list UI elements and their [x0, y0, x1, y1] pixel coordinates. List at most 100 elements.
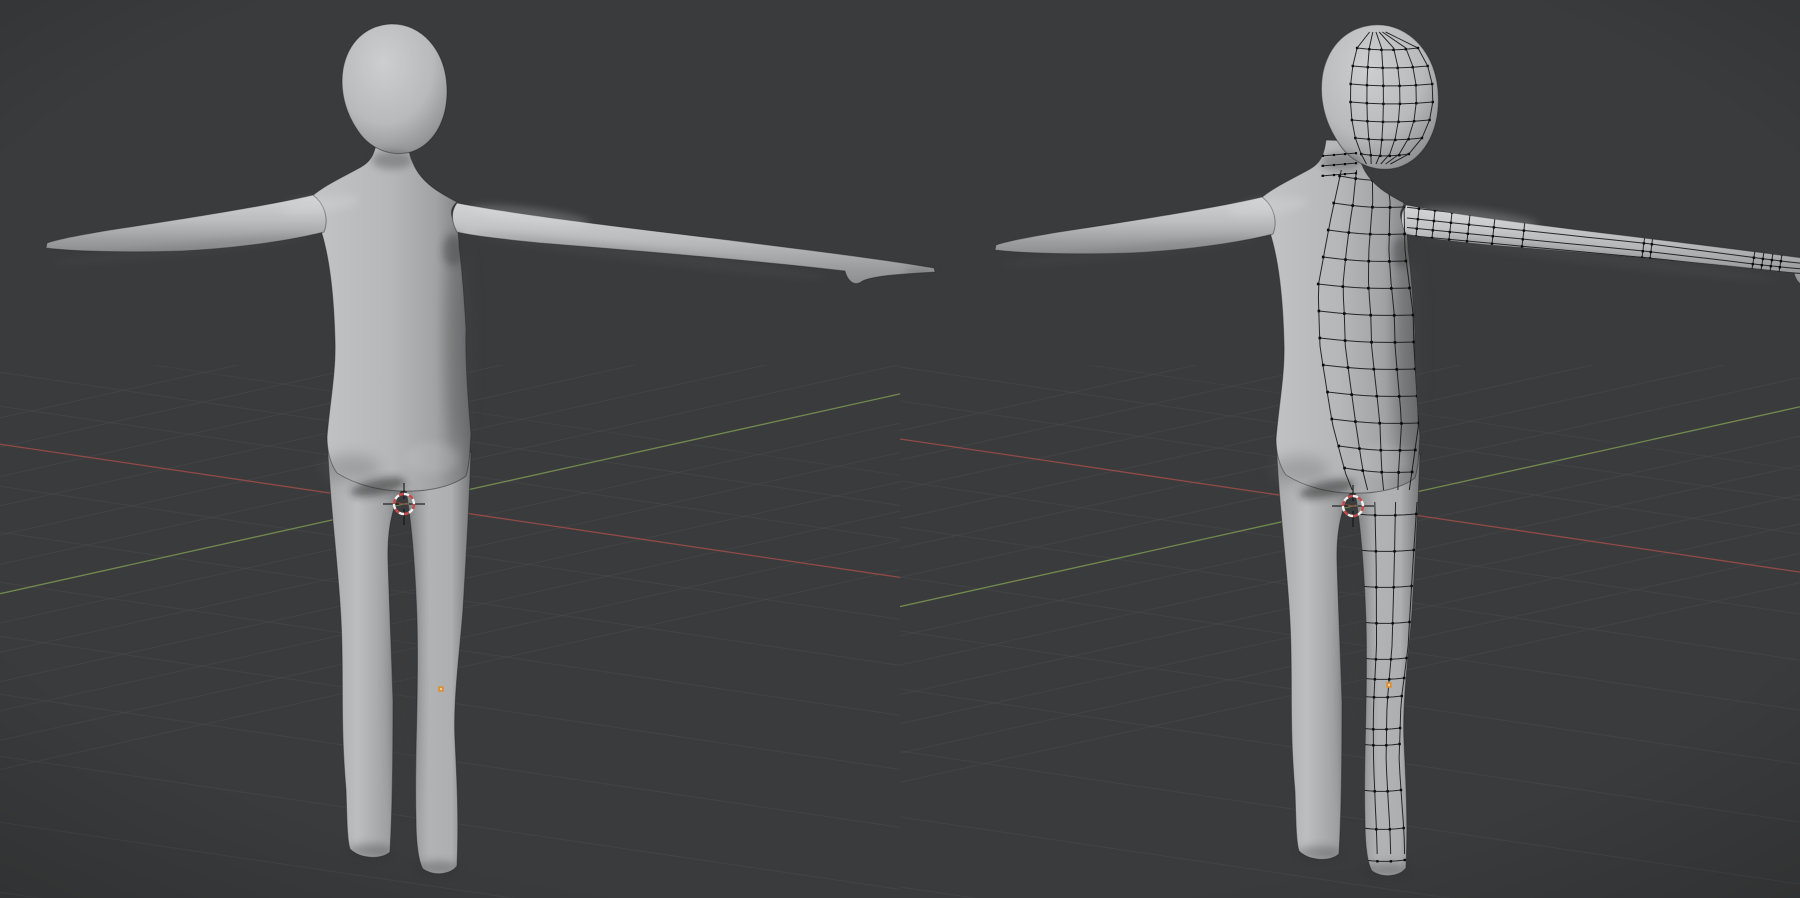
mesh-vertex[interactable] [1400, 422, 1403, 425]
mesh-vertex[interactable] [1394, 514, 1396, 516]
mesh-vertex[interactable] [1355, 162, 1357, 164]
mesh-vertex[interactable] [1411, 471, 1414, 474]
mesh-vertex[interactable] [1388, 678, 1390, 680]
selected-vertex[interactable] [438, 686, 444, 692]
mesh-vertex[interactable] [1389, 828, 1391, 830]
mesh-vertex[interactable] [1380, 471, 1383, 474]
mesh-vertex[interactable] [1389, 206, 1392, 209]
mesh-vertex[interactable] [1405, 260, 1408, 263]
mesh-vertex[interactable] [1400, 789, 1402, 791]
mesh-vertex[interactable] [1408, 287, 1411, 290]
mesh-vertex[interactable] [1351, 204, 1354, 207]
mesh-vertex[interactable] [1331, 418, 1334, 421]
mesh-vertex[interactable] [1375, 586, 1377, 588]
mesh-vertex[interactable] [1410, 585, 1412, 587]
mesh-vertex[interactable] [1412, 314, 1415, 317]
mesh-vertex[interactable] [1375, 550, 1377, 552]
mesh-vertex[interactable] [1413, 549, 1415, 551]
mesh-vertex[interactable] [1332, 202, 1335, 205]
mesh-vertex[interactable] [1643, 242, 1645, 244]
mesh-vertex[interactable] [1344, 258, 1347, 261]
mesh-vertex[interactable] [1354, 420, 1357, 423]
mesh-vertex[interactable] [1753, 257, 1755, 259]
mesh-vertex[interactable] [1371, 206, 1374, 209]
mesh-vertex[interactable] [1385, 744, 1387, 746]
mesh-vertex[interactable] [1380, 449, 1383, 452]
mesh-vertex[interactable] [1369, 314, 1372, 317]
mesh-vertex[interactable] [1771, 259, 1773, 261]
mesh-vertex[interactable] [1408, 621, 1410, 623]
mesh-vertex[interactable] [1367, 260, 1370, 263]
mesh-vertex[interactable] [1370, 341, 1373, 344]
mesh-vertex[interactable] [1388, 260, 1391, 263]
mesh-vertex[interactable] [1333, 154, 1335, 156]
mesh-vertex[interactable] [1372, 728, 1374, 730]
mesh-vertex[interactable] [1770, 265, 1772, 267]
mesh-vertex[interactable] [1374, 514, 1376, 516]
mesh-vertex[interactable] [1318, 310, 1321, 313]
mesh-vertex[interactable] [1373, 696, 1375, 698]
mesh-vertex[interactable] [1322, 364, 1325, 367]
mesh-vertex[interactable] [1397, 471, 1400, 474]
mesh-vertex[interactable] [1403, 677, 1405, 679]
mesh-vertex[interactable] [1398, 395, 1401, 398]
mesh-vertex[interactable] [1393, 586, 1395, 588]
mesh-vertex[interactable] [1375, 828, 1377, 830]
mesh-vertex[interactable] [1414, 449, 1417, 452]
mesh-vertex[interactable] [1393, 550, 1395, 552]
mesh-vertex[interactable] [1642, 250, 1644, 252]
mesh-vertex[interactable] [1367, 287, 1370, 290]
mesh-vertex[interactable] [1523, 229, 1525, 231]
mesh-vertex[interactable] [1387, 696, 1389, 698]
mesh-vertex[interactable] [1347, 366, 1350, 369]
mesh-vertex[interactable] [1338, 445, 1341, 448]
mesh-vertex[interactable] [1762, 258, 1764, 260]
mesh-vertex[interactable] [1466, 240, 1468, 242]
mesh-vertex[interactable] [1378, 422, 1381, 425]
mesh-vertex[interactable] [1358, 447, 1361, 450]
mesh-vertex[interactable] [1393, 314, 1396, 317]
mesh-vertex[interactable] [1467, 233, 1469, 235]
mesh-vertex[interactable] [1343, 312, 1346, 315]
mesh-vertex[interactable] [1752, 263, 1754, 265]
mesh-vertex[interactable] [1492, 235, 1494, 237]
mesh-vertex[interactable] [1319, 337, 1322, 340]
mesh-vertex[interactable] [1322, 175, 1324, 177]
mesh-vertex[interactable] [1415, 513, 1417, 515]
mesh-vertex[interactable] [1651, 243, 1653, 245]
mesh-vertex[interactable] [1385, 728, 1387, 730]
mesh-vertex[interactable] [1448, 238, 1450, 240]
mesh-vertex[interactable] [1780, 260, 1782, 262]
mesh-vertex[interactable] [1493, 226, 1495, 228]
mesh-vertex[interactable] [1390, 287, 1393, 290]
mesh-vertex[interactable] [1343, 467, 1346, 470]
viewport-canvas[interactable] [0, 0, 1800, 898]
mesh-vertex[interactable] [1390, 658, 1392, 660]
mesh-vertex[interactable] [1396, 368, 1399, 371]
mesh-vertex[interactable] [1374, 790, 1376, 792]
mesh-vertex[interactable] [1373, 368, 1376, 371]
mesh-vertex[interactable] [1375, 622, 1377, 624]
mesh-vertex[interactable] [1376, 860, 1378, 862]
mesh-vertex[interactable] [1417, 218, 1419, 220]
mesh-vertex[interactable] [1468, 224, 1470, 226]
mesh-vertex[interactable] [1344, 173, 1346, 175]
mesh-vertex[interactable] [1322, 256, 1325, 259]
mesh-vertex[interactable] [1390, 860, 1392, 862]
mesh-vertex[interactable] [1399, 449, 1402, 452]
mesh-vertex[interactable] [1372, 744, 1374, 746]
mesh-vertex[interactable] [1761, 264, 1763, 266]
mesh-vertex[interactable] [1521, 245, 1523, 247]
mesh-vertex[interactable] [1327, 229, 1330, 232]
mesh-vertex[interactable] [1398, 743, 1400, 745]
mesh-vertex[interactable] [1355, 152, 1357, 154]
mesh-vertex[interactable] [1399, 727, 1401, 729]
mesh-vertex[interactable] [1317, 283, 1320, 286]
mesh-vertex[interactable] [1394, 341, 1397, 344]
mesh-vertex[interactable] [1348, 231, 1351, 234]
mesh-vertex[interactable] [1344, 163, 1346, 165]
mesh-vertex[interactable] [1403, 233, 1406, 236]
mesh-vertex[interactable] [1354, 177, 1357, 180]
mesh-vertex[interactable] [1401, 695, 1403, 697]
mesh-vertex[interactable] [1386, 790, 1388, 792]
